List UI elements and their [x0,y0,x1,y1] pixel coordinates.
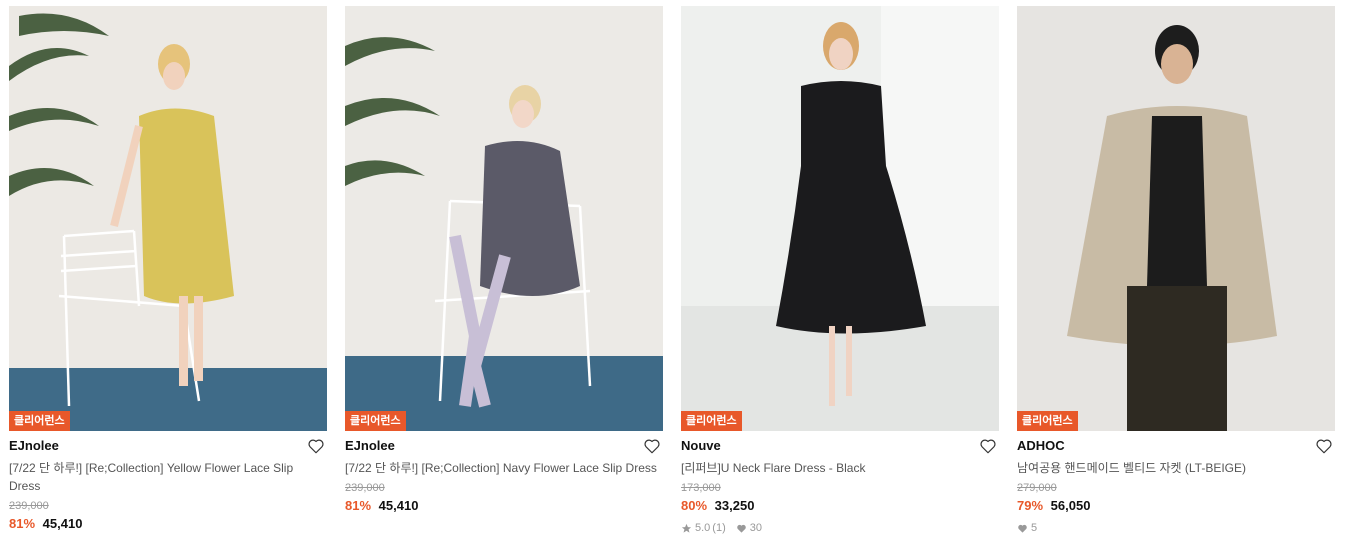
review-count: (1) [712,522,726,534]
product-card[interactable]: 클리어런스 ADHOC 남여공용 핸드메이드 벨티드 자켓 (LT-BEIGE)… [1017,6,1335,535]
product-grid: 클리어런스 EJnolee [7/22 단 하루!] [Re;Collectio… [0,0,1354,553]
original-price: 239,000 [9,500,49,512]
product-title[interactable]: 남여공용 핸드메이드 벨티드 자켓 (LT-BEIGE) [1017,459,1335,477]
star-icon [681,523,692,533]
rating-score: 5.0 [695,522,711,534]
discount-rate: 81% [345,498,372,513]
sale-price: 45,410 [42,516,83,531]
original-price: 239,000 [345,482,385,494]
product-photo [1017,6,1335,431]
price-row: 79% 56,050 [1017,497,1335,515]
product-card[interactable]: 클리어런스 Nouve [리퍼브]U Neck Flare Dress - Bl… [681,6,999,535]
brand-name[interactable]: ADHOC [1017,435,1335,457]
heart-outline-icon[interactable] [307,437,325,455]
heart-filled-icon [1018,524,1027,533]
price-row: 81% 45,410 [345,497,663,515]
brand-name[interactable]: EJnolee [9,435,327,457]
product-card[interactable]: 클리어런스 EJnolee [7/22 단 하루!] [Re;Collectio… [9,6,327,533]
product-image[interactable]: 클리어런스 [1017,6,1335,431]
brand-name[interactable]: Nouve [681,435,999,457]
discount-rate: 81% [9,516,36,531]
price-row: 81% 45,410 [9,515,327,533]
product-stats: 5 [1017,521,1335,535]
discount-rate: 79% [1017,498,1044,513]
brand-name[interactable]: EJnolee [345,435,663,457]
price-row: 80% 33,250 [681,497,999,515]
like-count: 5 [1031,522,1038,534]
product-image[interactable]: 클리어런스 [345,6,663,431]
brand-row: EJnolee [9,435,327,457]
product-image[interactable]: 클리어런스 [9,6,327,431]
sale-price: 56,050 [1050,498,1091,513]
product-photo [9,6,327,431]
product-stats: 5.0 (1) 30 [681,521,999,535]
sale-price: 45,410 [378,498,419,513]
heart-outline-icon[interactable] [643,437,661,455]
product-photo [345,6,663,431]
heart-filled-icon [736,524,746,533]
brand-row: ADHOC [1017,435,1335,457]
clearance-badge: 클리어런스 [681,411,742,431]
rating-value: 5.0 (1) [695,521,726,535]
product-card[interactable]: 클리어런스 EJnolee [7/22 단 하루!] [Re;Collectio… [345,6,663,515]
clearance-badge: 클리어런스 [1017,411,1078,431]
discount-rate: 80% [681,498,708,513]
sale-price: 33,250 [714,498,755,513]
brand-row: Nouve [681,435,999,457]
like-count: 30 [749,522,762,534]
original-price: 173,000 [681,482,721,494]
brand-row: EJnolee [345,435,663,457]
product-photo [681,6,999,431]
product-image[interactable]: 클리어런스 [681,6,999,431]
clearance-badge: 클리어런스 [345,411,406,431]
heart-outline-icon[interactable] [979,437,997,455]
original-price: 279,000 [1017,482,1057,494]
clearance-badge: 클리어런스 [9,411,70,431]
heart-outline-icon[interactable] [1315,437,1333,455]
product-title[interactable]: [7/22 단 하루!] [Re;Collection] Yellow Flow… [9,459,327,495]
product-title[interactable]: [리퍼브]U Neck Flare Dress - Black [681,459,999,477]
product-title[interactable]: [7/22 단 하루!] [Re;Collection] Navy Flower… [345,459,663,477]
